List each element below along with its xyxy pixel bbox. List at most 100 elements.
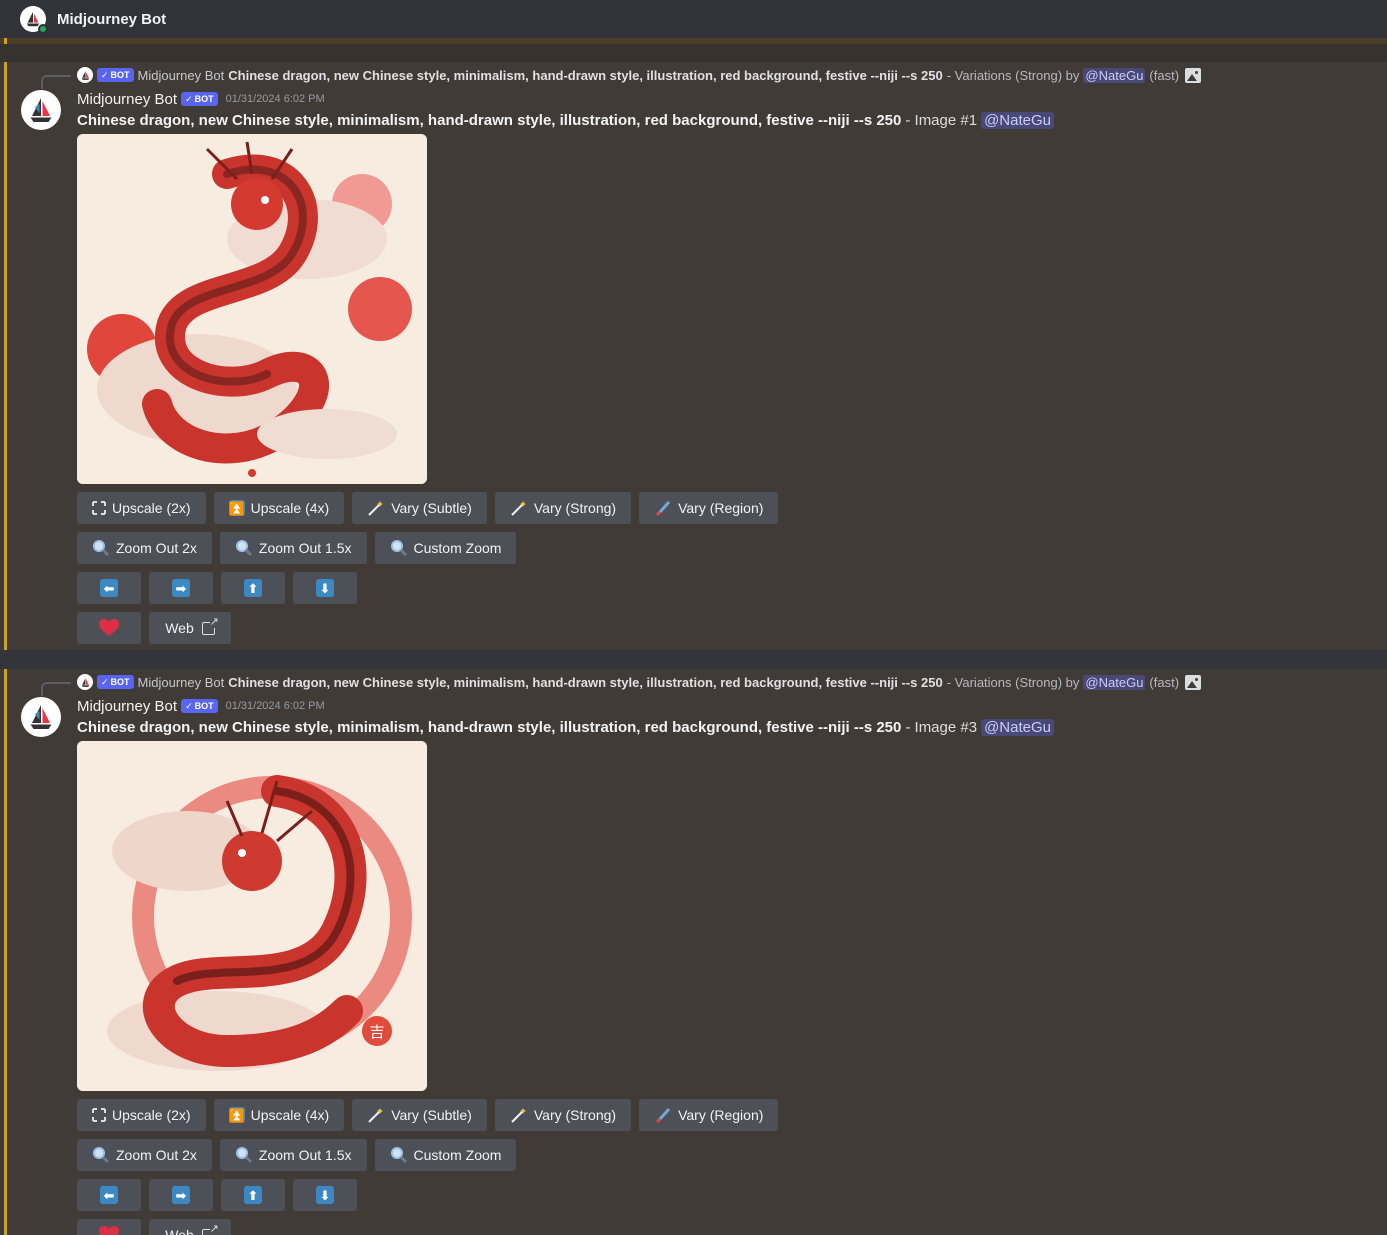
vary-region-button[interactable]: Vary (Region): [639, 1099, 779, 1131]
magic-wand-icon: [367, 1106, 385, 1124]
custom-zoom-button[interactable]: Custom Zoom: [374, 1139, 517, 1171]
reply-avatar-icon: [77, 674, 93, 690]
image-label: - Image #3: [905, 718, 978, 736]
heart-icon: [99, 1226, 119, 1235]
pan-right-button[interactable]: ➡: [149, 572, 213, 604]
message-gap: [0, 44, 1387, 62]
reply-mention[interactable]: @NateGu: [1083, 674, 1146, 690]
reply-spine: [41, 682, 71, 696]
highlight-bar: [4, 669, 7, 1235]
reply-speed: (fast): [1149, 674, 1180, 690]
web-link-button[interactable]: Web: [149, 1219, 231, 1235]
action-row-1: Upscale (2x) ⏫ Upscale (4x) Vary (Subtle…: [77, 492, 779, 524]
arrow-left-icon: ⬅: [100, 579, 118, 597]
action-row-4: Web: [77, 1219, 231, 1235]
verified-check-icon: ✓: [185, 93, 193, 104]
upscale-2x-button[interactable]: Upscale (2x): [77, 492, 206, 524]
reply-variation-text: - Variations (Strong) by: [946, 674, 1080, 690]
bot-badge: ✓ BOT: [97, 68, 134, 82]
message-content: Chinese dragon, new Chinese style, minim…: [77, 110, 1054, 130]
reply-mention[interactable]: @NateGu: [1083, 67, 1146, 83]
vary-strong-button[interactable]: Vary (Strong): [494, 492, 632, 524]
user-mention[interactable]: @NateGu: [981, 718, 1054, 736]
dragon-illustration: [77, 134, 427, 484]
vary-subtle-button[interactable]: Vary (Subtle): [352, 1099, 487, 1131]
paintbrush-icon: [654, 499, 672, 517]
timestamp: 01/31/2024 6:02 PM: [225, 700, 325, 712]
pan-up-button[interactable]: ⬆: [221, 1179, 285, 1211]
heart-icon: [99, 619, 119, 636]
zoom-out-2x-button[interactable]: Zoom Out 2x: [77, 1139, 212, 1171]
action-row-1: Upscale (2x) ⏫ Upscale (4x) Vary (Subtle…: [77, 1099, 779, 1131]
author-avatar[interactable]: [21, 697, 61, 737]
expand-icon: [92, 501, 106, 515]
zoom-out-1-5x-button[interactable]: Zoom Out 1.5x: [219, 1139, 367, 1171]
web-link-button[interactable]: Web: [149, 612, 231, 644]
arrow-left-icon: ⬅: [100, 1186, 118, 1204]
online-status-icon: [38, 24, 48, 34]
magnifier-icon: [92, 539, 110, 557]
sailboat-icon: [30, 98, 52, 122]
custom-zoom-button[interactable]: Custom Zoom: [374, 532, 517, 564]
bot-badge: ✓ BOT: [97, 675, 134, 689]
pan-left-button[interactable]: ⬅: [77, 572, 141, 604]
user-mention[interactable]: @NateGu: [981, 111, 1054, 129]
arrow-up-icon: ⬆: [244, 1186, 262, 1204]
magic-wand-icon: [510, 1106, 528, 1124]
reply-preview[interactable]: ✓ BOT Midjourney Bot Chinese dragon, new …: [77, 66, 1202, 84]
upscale-4x-button[interactable]: ⏫ Upscale (4x): [213, 1099, 345, 1131]
image-icon: [1185, 67, 1202, 83]
vary-subtle-button[interactable]: Vary (Subtle): [352, 492, 487, 524]
generated-image[interactable]: [77, 134, 427, 484]
action-row-3: ⬅ ➡ ⬆ ⬇: [77, 1179, 357, 1211]
reply-preview[interactable]: ✓ BOT Midjourney Bot Chinese dragon, new …: [77, 673, 1202, 691]
action-row-2: Zoom Out 2x Zoom Out 1.5x Custom Zoom: [77, 532, 517, 564]
bot-badge: ✓ BOT: [181, 699, 218, 713]
upscale-2x-button[interactable]: Upscale (2x): [77, 1099, 206, 1131]
action-row-4: Web: [77, 612, 231, 644]
pan-left-button[interactable]: ⬅: [77, 1179, 141, 1211]
magic-wand-icon: [510, 499, 528, 517]
prompt-text: Chinese dragon, new Chinese style, minim…: [77, 718, 902, 736]
verified-check-icon: ✓: [185, 700, 193, 711]
bot-badge: ✓ BOT: [181, 92, 218, 106]
pan-right-button[interactable]: ➡: [149, 1179, 213, 1211]
message-content: Chinese dragon, new Chinese style, minim…: [77, 717, 1054, 737]
zoom-out-2x-button[interactable]: Zoom Out 2x: [77, 532, 212, 564]
author-avatar[interactable]: [21, 90, 61, 130]
arrow-right-icon: ➡: [172, 1186, 190, 1204]
magnifier-icon: [92, 1146, 110, 1164]
up-arrow-icon: ⏫: [228, 1107, 245, 1123]
message: ✓ BOT Midjourney Bot Chinese dragon, new …: [0, 62, 1387, 650]
upscale-4x-button[interactable]: ⏫ Upscale (4x): [213, 492, 345, 524]
bot-avatar[interactable]: [20, 6, 48, 34]
reply-author[interactable]: Midjourney Bot: [138, 675, 225, 690]
reply-author[interactable]: Midjourney Bot: [138, 68, 225, 83]
verified-check-icon: ✓: [101, 69, 109, 80]
image-icon: [1185, 674, 1202, 690]
channel-title: Midjourney Bot: [57, 10, 167, 28]
pan-down-button[interactable]: ⬇: [293, 572, 357, 604]
paintbrush-icon: [654, 1106, 672, 1124]
author-name[interactable]: Midjourney Bot: [77, 698, 177, 715]
reply-spine: [41, 75, 71, 89]
zoom-out-1-5x-button[interactable]: Zoom Out 1.5x: [219, 532, 367, 564]
magic-wand-icon: [367, 499, 385, 517]
favorite-button[interactable]: [77, 612, 141, 644]
generated-image[interactable]: 吉: [77, 741, 427, 1091]
message: ✓ BOT Midjourney Bot Chinese dragon, new …: [0, 669, 1387, 1235]
arrow-up-icon: ⬆: [244, 579, 262, 597]
vary-region-button[interactable]: Vary (Region): [639, 492, 779, 524]
magnifier-icon: [235, 1146, 253, 1164]
author-name[interactable]: Midjourney Bot: [77, 91, 177, 108]
favorite-button[interactable]: [77, 1219, 141, 1235]
svg-text:吉: 吉: [369, 1023, 384, 1041]
reply-avatar-icon: [77, 67, 93, 83]
channel-header: Midjourney Bot: [0, 0, 1387, 38]
pan-down-button[interactable]: ⬇: [293, 1179, 357, 1211]
expand-icon: [92, 1108, 106, 1122]
pan-up-button[interactable]: ⬆: [221, 572, 285, 604]
up-arrow-icon: ⏫: [228, 500, 245, 516]
vary-strong-button[interactable]: Vary (Strong): [494, 1099, 632, 1131]
message-header: Midjourney Bot ✓ BOT 01/31/2024 6:02 PM: [77, 89, 325, 109]
